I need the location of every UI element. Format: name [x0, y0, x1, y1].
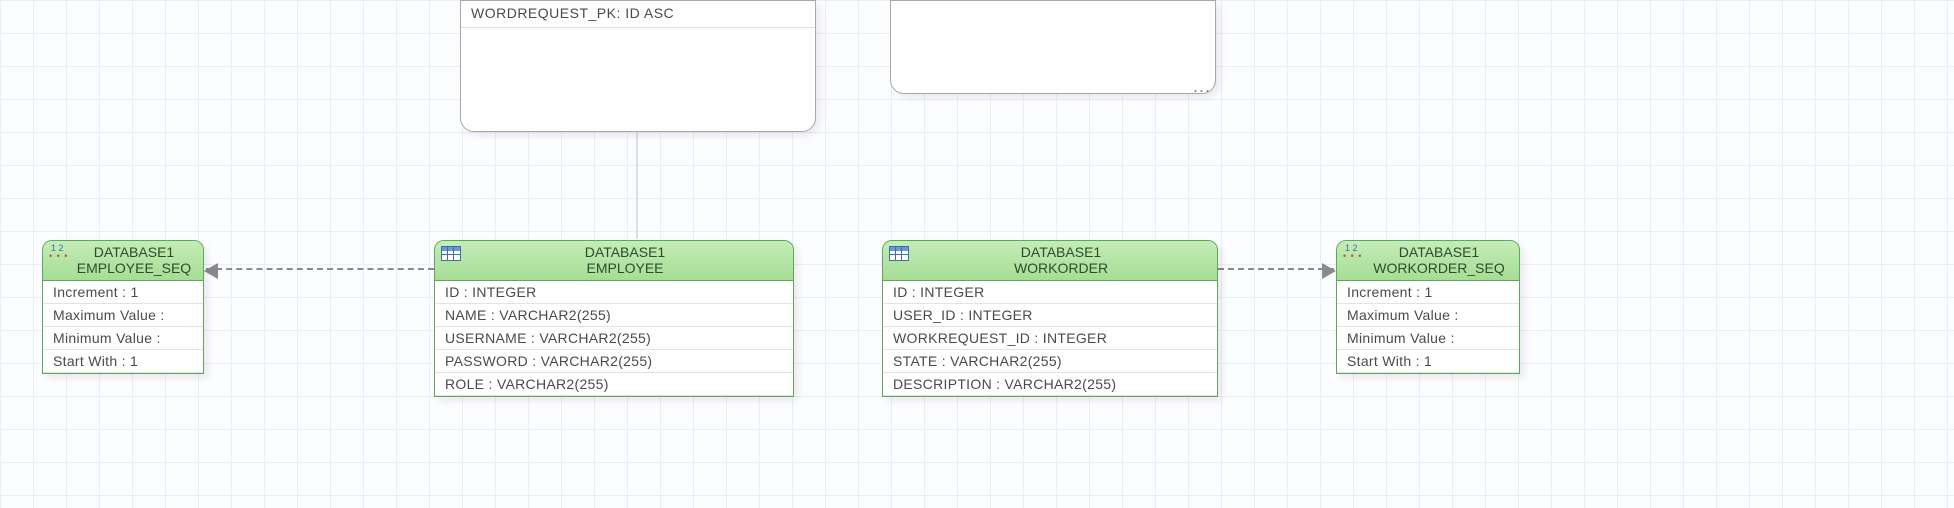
seq-prop: Increment : 1: [1337, 281, 1519, 304]
table-icon: [441, 246, 461, 261]
column: USERNAME : VARCHAR2(255): [435, 327, 793, 350]
sequence-employee-seq[interactable]: 1 2• • • DATABASE1 EMPLOYEE_SEQ Incremen…: [42, 240, 204, 374]
entity-name: WORKORDER: [911, 260, 1211, 276]
column: ROLE : VARCHAR2(255): [435, 373, 793, 396]
sequence-icon: 1 2• • •: [49, 245, 67, 259]
connector-line: [636, 132, 638, 239]
seq-prop: Start With : 1: [1337, 350, 1519, 373]
entity-name: WORKORDER_SEQ: [1365, 260, 1513, 276]
column: WORKREQUEST_ID : INTEGER: [883, 327, 1217, 350]
arrow-head-icon: [204, 263, 218, 279]
relation-employee-to-seq: [206, 268, 434, 270]
table-employee[interactable]: DATABASE1 EMPLOYEE ID : INTEGER NAME : V…: [434, 240, 794, 397]
seq-prop: Minimum Value :: [43, 327, 203, 350]
entity-header: 1 2• • • DATABASE1 WORKORDER_SEQ: [1337, 241, 1519, 281]
column: ID : INTEGER: [883, 281, 1217, 304]
index-box-wordrequest-pk[interactable]: WORDREQUEST_PK: ID ASC: [460, 0, 816, 132]
entity-body: ID : INTEGER NAME : VARCHAR2(255) USERNA…: [435, 281, 793, 396]
entity-schema: DATABASE1: [71, 244, 197, 260]
diagram-canvas[interactable]: WORDREQUEST_PK: ID ASC ... 1 2• • • DATA…: [0, 0, 1954, 508]
column: ID : INTEGER: [435, 281, 793, 304]
entity-header: 1 2• • • DATABASE1 EMPLOYEE_SEQ: [43, 241, 203, 281]
seq-prop: Increment : 1: [43, 281, 203, 304]
table-workorder[interactable]: DATABASE1 WORKORDER ID : INTEGER USER_ID…: [882, 240, 1218, 397]
entity-body: ID : INTEGER USER_ID : INTEGER WORKREQUE…: [883, 281, 1217, 396]
index-row: WORDREQUEST_PK: ID ASC: [461, 1, 815, 28]
column: PASSWORD : VARCHAR2(255): [435, 350, 793, 373]
entity-header: DATABASE1 WORKORDER: [883, 241, 1217, 281]
sequence-workorder-seq[interactable]: 1 2• • • DATABASE1 WORKORDER_SEQ Increme…: [1336, 240, 1520, 374]
entity-body: Increment : 1 Maximum Value : Minimum Va…: [43, 281, 203, 373]
seq-prop: Minimum Value :: [1337, 327, 1519, 350]
column: DESCRIPTION : VARCHAR2(255): [883, 373, 1217, 396]
seq-prop: Maximum Value :: [1337, 304, 1519, 327]
empty-box[interactable]: ...: [890, 0, 1216, 94]
entity-schema: DATABASE1: [1365, 244, 1513, 260]
ellipsis-icon[interactable]: ...: [1193, 76, 1211, 97]
column: USER_ID : INTEGER: [883, 304, 1217, 327]
entity-header: DATABASE1 EMPLOYEE: [435, 241, 793, 281]
entity-schema: DATABASE1: [911, 244, 1211, 260]
entity-schema: DATABASE1: [463, 244, 787, 260]
column: STATE : VARCHAR2(255): [883, 350, 1217, 373]
entity-name: EMPLOYEE: [463, 260, 787, 276]
arrow-head-icon: [1322, 263, 1336, 279]
table-icon: [889, 246, 909, 261]
seq-prop: Start With : 1: [43, 350, 203, 373]
column: NAME : VARCHAR2(255): [435, 304, 793, 327]
entity-name: EMPLOYEE_SEQ: [71, 260, 197, 276]
sequence-icon: 1 2• • •: [1343, 245, 1361, 259]
entity-body: Increment : 1 Maximum Value : Minimum Va…: [1337, 281, 1519, 373]
relation-workorder-to-seq: [1218, 268, 1334, 270]
seq-prop: Maximum Value :: [43, 304, 203, 327]
